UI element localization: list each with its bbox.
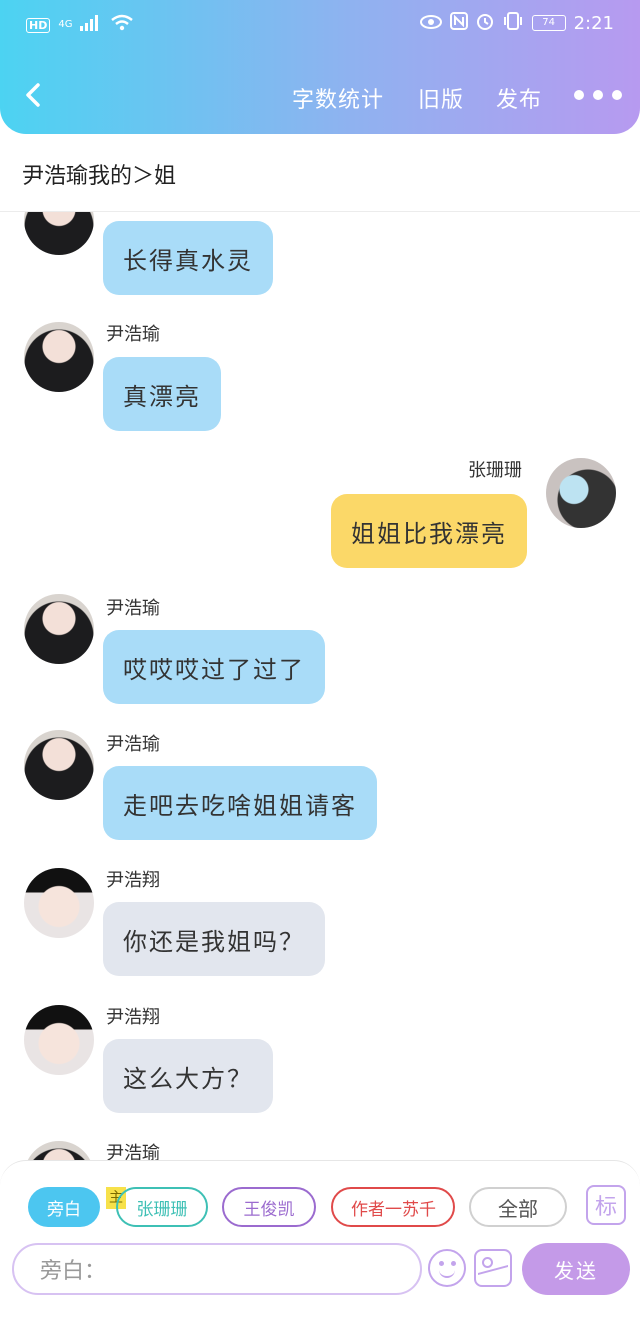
old-version-button[interactable]: 旧版 — [418, 82, 464, 114]
message-input[interactable]: 旁白： — [12, 1243, 422, 1295]
sender-name: 张珊珊 — [468, 460, 522, 481]
send-button[interactable]: 发送 — [522, 1243, 630, 1295]
all-roles-button[interactable]: 全部 — [469, 1187, 567, 1227]
avatar[interactable] — [24, 868, 94, 938]
status-time: 2:21 — [573, 12, 614, 34]
vibrate-icon — [502, 12, 524, 34]
image-icon[interactable] — [474, 1249, 512, 1287]
sender-name: 尹浩瑜 — [106, 598, 160, 619]
eye-icon — [419, 14, 442, 33]
sender-name: 尹浩瑜 — [106, 324, 160, 345]
avatar[interactable] — [24, 1141, 94, 1160]
app-root: HD 4G 74 2:21 字数统计 旧版 发布 尹浩瑜我的＞姐 长得真水灵 尹… — [0, 0, 640, 1330]
sender-name: 尹浩翔 — [106, 870, 160, 891]
publish-button[interactable]: 发布 — [496, 82, 542, 114]
role-chip-author[interactable]: 作者一苏千 — [331, 1187, 455, 1227]
role-chip-narration[interactable]: 旁白 — [28, 1187, 100, 1227]
chat-title-bar: 尹浩瑜我的＞姐 — [0, 134, 640, 212]
nfc-icon — [449, 12, 468, 34]
network-type: 4G — [58, 19, 73, 30]
composer-panel: 旁白 主 张珊珊 王俊凯 作者一苏千 全部 标 旁白： 发送 — [0, 1160, 640, 1330]
avatar[interactable] — [24, 594, 94, 664]
tag-button[interactable]: 标 — [586, 1185, 626, 1225]
status-bar: HD 4G 74 2:21 — [0, 0, 640, 50]
sender-name: 尹浩瑜 — [106, 734, 160, 755]
chat-title: 尹浩瑜我的＞姐 — [22, 164, 177, 189]
avatar[interactable] — [24, 730, 94, 800]
message-bubble[interactable]: 哎哎哎过了过了 — [103, 630, 325, 704]
top-header: HD 4G 74 2:21 字数统计 旧版 发布 — [0, 0, 640, 134]
avatar[interactable] — [546, 458, 616, 528]
wifi-icon — [110, 14, 134, 36]
more-dots-icon[interactable] — [574, 90, 622, 100]
sender-name: 尹浩瑜 — [106, 1143, 160, 1160]
battery-indicator: 74 — [531, 15, 566, 31]
signal-icon — [80, 15, 102, 35]
avatar[interactable] — [24, 322, 94, 392]
word-count-button[interactable]: 字数统计 — [292, 82, 384, 114]
emoji-icon[interactable] — [428, 1249, 466, 1287]
avatar[interactable] — [24, 1005, 94, 1075]
role-chip-wang-junkai[interactable]: 王俊凯 — [222, 1187, 316, 1227]
message-bubble[interactable]: 你还是我姐吗？ — [103, 902, 325, 976]
chevron-left-icon[interactable] — [22, 80, 44, 110]
message-bubble[interactable]: 真漂亮 — [103, 357, 221, 431]
message-bubble[interactable]: 长得真水灵 — [103, 221, 273, 295]
hd-indicator: HD — [26, 17, 51, 33]
message-bubble[interactable]: 这么大方？ — [103, 1039, 273, 1113]
message-bubble[interactable]: 姐姐比我漂亮 — [331, 494, 527, 568]
chat-list[interactable]: 长得真水灵 尹浩瑜 真漂亮 张珊珊 姐姐比我漂亮 尹浩瑜 哎哎哎过了过了 尹浩瑜… — [0, 212, 640, 1160]
alarm-icon — [476, 12, 494, 34]
nav-row: 字数统计 旧版 发布 — [0, 74, 640, 118]
role-chip-zhang-shanshan[interactable]: 张珊珊 — [116, 1187, 208, 1227]
sender-name: 尹浩翔 — [106, 1007, 160, 1028]
message-bubble[interactable]: 走吧去吃啥姐姐请客 — [103, 766, 377, 840]
avatar[interactable] — [24, 212, 94, 255]
